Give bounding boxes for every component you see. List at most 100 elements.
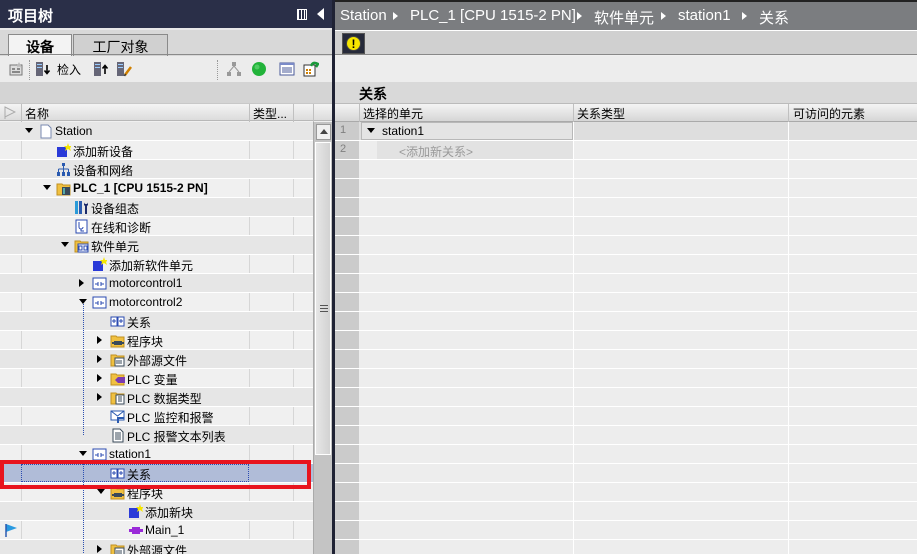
cell-separator xyxy=(788,350,789,368)
warning-button[interactable]: ! xyxy=(342,33,365,54)
expand-arrow-icon[interactable] xyxy=(97,336,102,344)
tree-item[interactable]: PLC 报警文本列表 xyxy=(0,426,313,445)
table-row[interactable] xyxy=(335,521,917,540)
tree-item[interactable]: Station xyxy=(0,122,313,141)
project-tree-toolbar: 检入 xyxy=(0,56,332,82)
network-view-icon[interactable] xyxy=(226,61,242,77)
column-selected-unit[interactable]: 选择的单元 xyxy=(363,105,423,122)
tree-item[interactable]: 添加新软件单元 xyxy=(0,255,313,274)
tree-item[interactable]: 关系 xyxy=(0,312,313,331)
table-row[interactable] xyxy=(335,217,917,236)
table-row[interactable] xyxy=(335,388,917,407)
table-row[interactable] xyxy=(335,255,917,274)
collapse-arrow-icon[interactable] xyxy=(367,128,375,133)
row-number xyxy=(335,483,359,501)
tree-item[interactable]: 添加新块 xyxy=(0,502,313,521)
breadcrumb-item[interactable]: station1 xyxy=(678,7,731,24)
table-row[interactable] xyxy=(335,502,917,521)
tree-item-label: Station xyxy=(55,124,93,138)
collapse-arrow-icon[interactable] xyxy=(61,242,69,247)
column-type-header[interactable]: 类型... xyxy=(253,105,287,122)
detail-view-icon[interactable] xyxy=(279,61,295,77)
table-row[interactable] xyxy=(335,483,917,502)
table-row[interactable] xyxy=(335,179,917,198)
column-relation-type[interactable]: 关系类型 xyxy=(577,105,625,122)
export-table-icon[interactable] xyxy=(303,61,319,77)
header-separator xyxy=(359,104,360,123)
cell-separator xyxy=(788,293,789,311)
tree-item-label: PLC 数据类型 xyxy=(127,392,202,406)
expand-arrow-icon[interactable] xyxy=(97,545,102,553)
cell-separator xyxy=(573,350,574,368)
collapse-arrow-icon[interactable] xyxy=(25,128,33,133)
online-status-icon[interactable] xyxy=(251,61,267,77)
tree-item[interactable]: 在线和诊断 xyxy=(0,217,313,236)
tree-item[interactable]: 外部源文件 xyxy=(0,350,313,369)
header-separator[interactable] xyxy=(249,104,250,122)
expand-arrow-icon[interactable] xyxy=(97,393,102,401)
table-row[interactable] xyxy=(335,312,917,331)
columns-layout-icon[interactable] xyxy=(297,9,307,20)
row-number xyxy=(335,502,359,520)
cell-separator xyxy=(788,464,789,482)
breadcrumb-item[interactable]: 关系 xyxy=(759,7,789,28)
edit-unit-icon[interactable] xyxy=(116,61,132,77)
expand-arrow-icon[interactable] xyxy=(79,279,84,287)
column-accessible-elements[interactable]: 可访问的元素 xyxy=(793,105,865,122)
table-row[interactable] xyxy=(335,369,917,388)
software-unit-icon xyxy=(92,447,107,461)
collapse-panel-icon[interactable] xyxy=(317,8,324,20)
table-row[interactable] xyxy=(335,236,917,255)
new-library-icon[interactable] xyxy=(8,61,24,77)
tree-item[interactable]: 程序块 xyxy=(0,331,313,350)
table-row[interactable]: 1 station1 xyxy=(335,122,917,141)
collapse-arrow-icon[interactable] xyxy=(79,451,87,456)
breadcrumb-item[interactable]: 软件单元 xyxy=(594,7,654,28)
add-new-relation-cell[interactable]: <添加新关系> xyxy=(377,141,573,159)
cell-separator xyxy=(788,540,789,554)
scroll-up-button[interactable] xyxy=(316,124,331,140)
scroll-thumb[interactable] xyxy=(315,142,331,455)
header-separator[interactable] xyxy=(293,104,294,122)
tree-item[interactable]: 外部源文件 xyxy=(0,540,313,554)
add-new-relation-label[interactable]: <添加新关系> xyxy=(399,143,473,160)
tree-vertical-scrollbar[interactable] xyxy=(313,122,332,554)
column-name-header[interactable]: 名称 xyxy=(25,105,49,122)
tree-item[interactable]: 软件单元 xyxy=(0,236,313,255)
tree-item[interactable]: PLC 数据类型 xyxy=(0,388,313,407)
checkout-up-icon[interactable] xyxy=(93,61,109,77)
table-row[interactable] xyxy=(335,350,917,369)
selected-unit-cell[interactable]: station1 xyxy=(361,122,573,140)
table-row[interactable] xyxy=(335,426,917,445)
table-row[interactable] xyxy=(335,274,917,293)
tree-item[interactable]: PLC_1 [CPU 1515-2 PN] xyxy=(0,179,313,198)
tree-item[interactable]: 设备组态 xyxy=(0,198,313,217)
table-row[interactable] xyxy=(335,540,917,554)
table-row[interactable] xyxy=(335,445,917,464)
header-separator[interactable] xyxy=(788,104,789,123)
table-row[interactable] xyxy=(335,160,917,179)
tree-item[interactable]: Main_1 xyxy=(0,521,313,540)
checkin-down-icon[interactable] xyxy=(35,61,51,77)
table-row[interactable] xyxy=(335,198,917,217)
collapse-arrow-icon[interactable] xyxy=(97,489,105,494)
tree-item[interactable]: PLC 变量 xyxy=(0,369,313,388)
breadcrumb-item[interactable]: PLC_1 [CPU 1515-2 PN] xyxy=(410,7,576,24)
checkin-label[interactable]: 检入 xyxy=(57,61,81,78)
collapse-arrow-icon[interactable] xyxy=(43,185,51,190)
table-row[interactable] xyxy=(335,464,917,483)
table-row[interactable] xyxy=(335,331,917,350)
cell-separator xyxy=(573,445,574,463)
tree-item[interactable]: 添加新设备 xyxy=(0,141,313,160)
expand-arrow-icon[interactable] xyxy=(97,355,102,363)
expand-arrow-icon[interactable] xyxy=(97,374,102,382)
table-row[interactable] xyxy=(335,407,917,426)
table-row[interactable] xyxy=(335,293,917,312)
header-separator[interactable] xyxy=(573,104,574,123)
table-row[interactable]: 2 <添加新关系> xyxy=(335,141,917,160)
tree-item[interactable]: PLC 监控和报警 xyxy=(0,407,313,426)
breadcrumb-item[interactable]: Station xyxy=(340,7,387,24)
tree-item[interactable]: motorcontrol2 xyxy=(0,293,313,312)
tree-item[interactable]: 设备和网络 xyxy=(0,160,313,179)
tree-item[interactable]: motorcontrol1 xyxy=(0,274,313,293)
